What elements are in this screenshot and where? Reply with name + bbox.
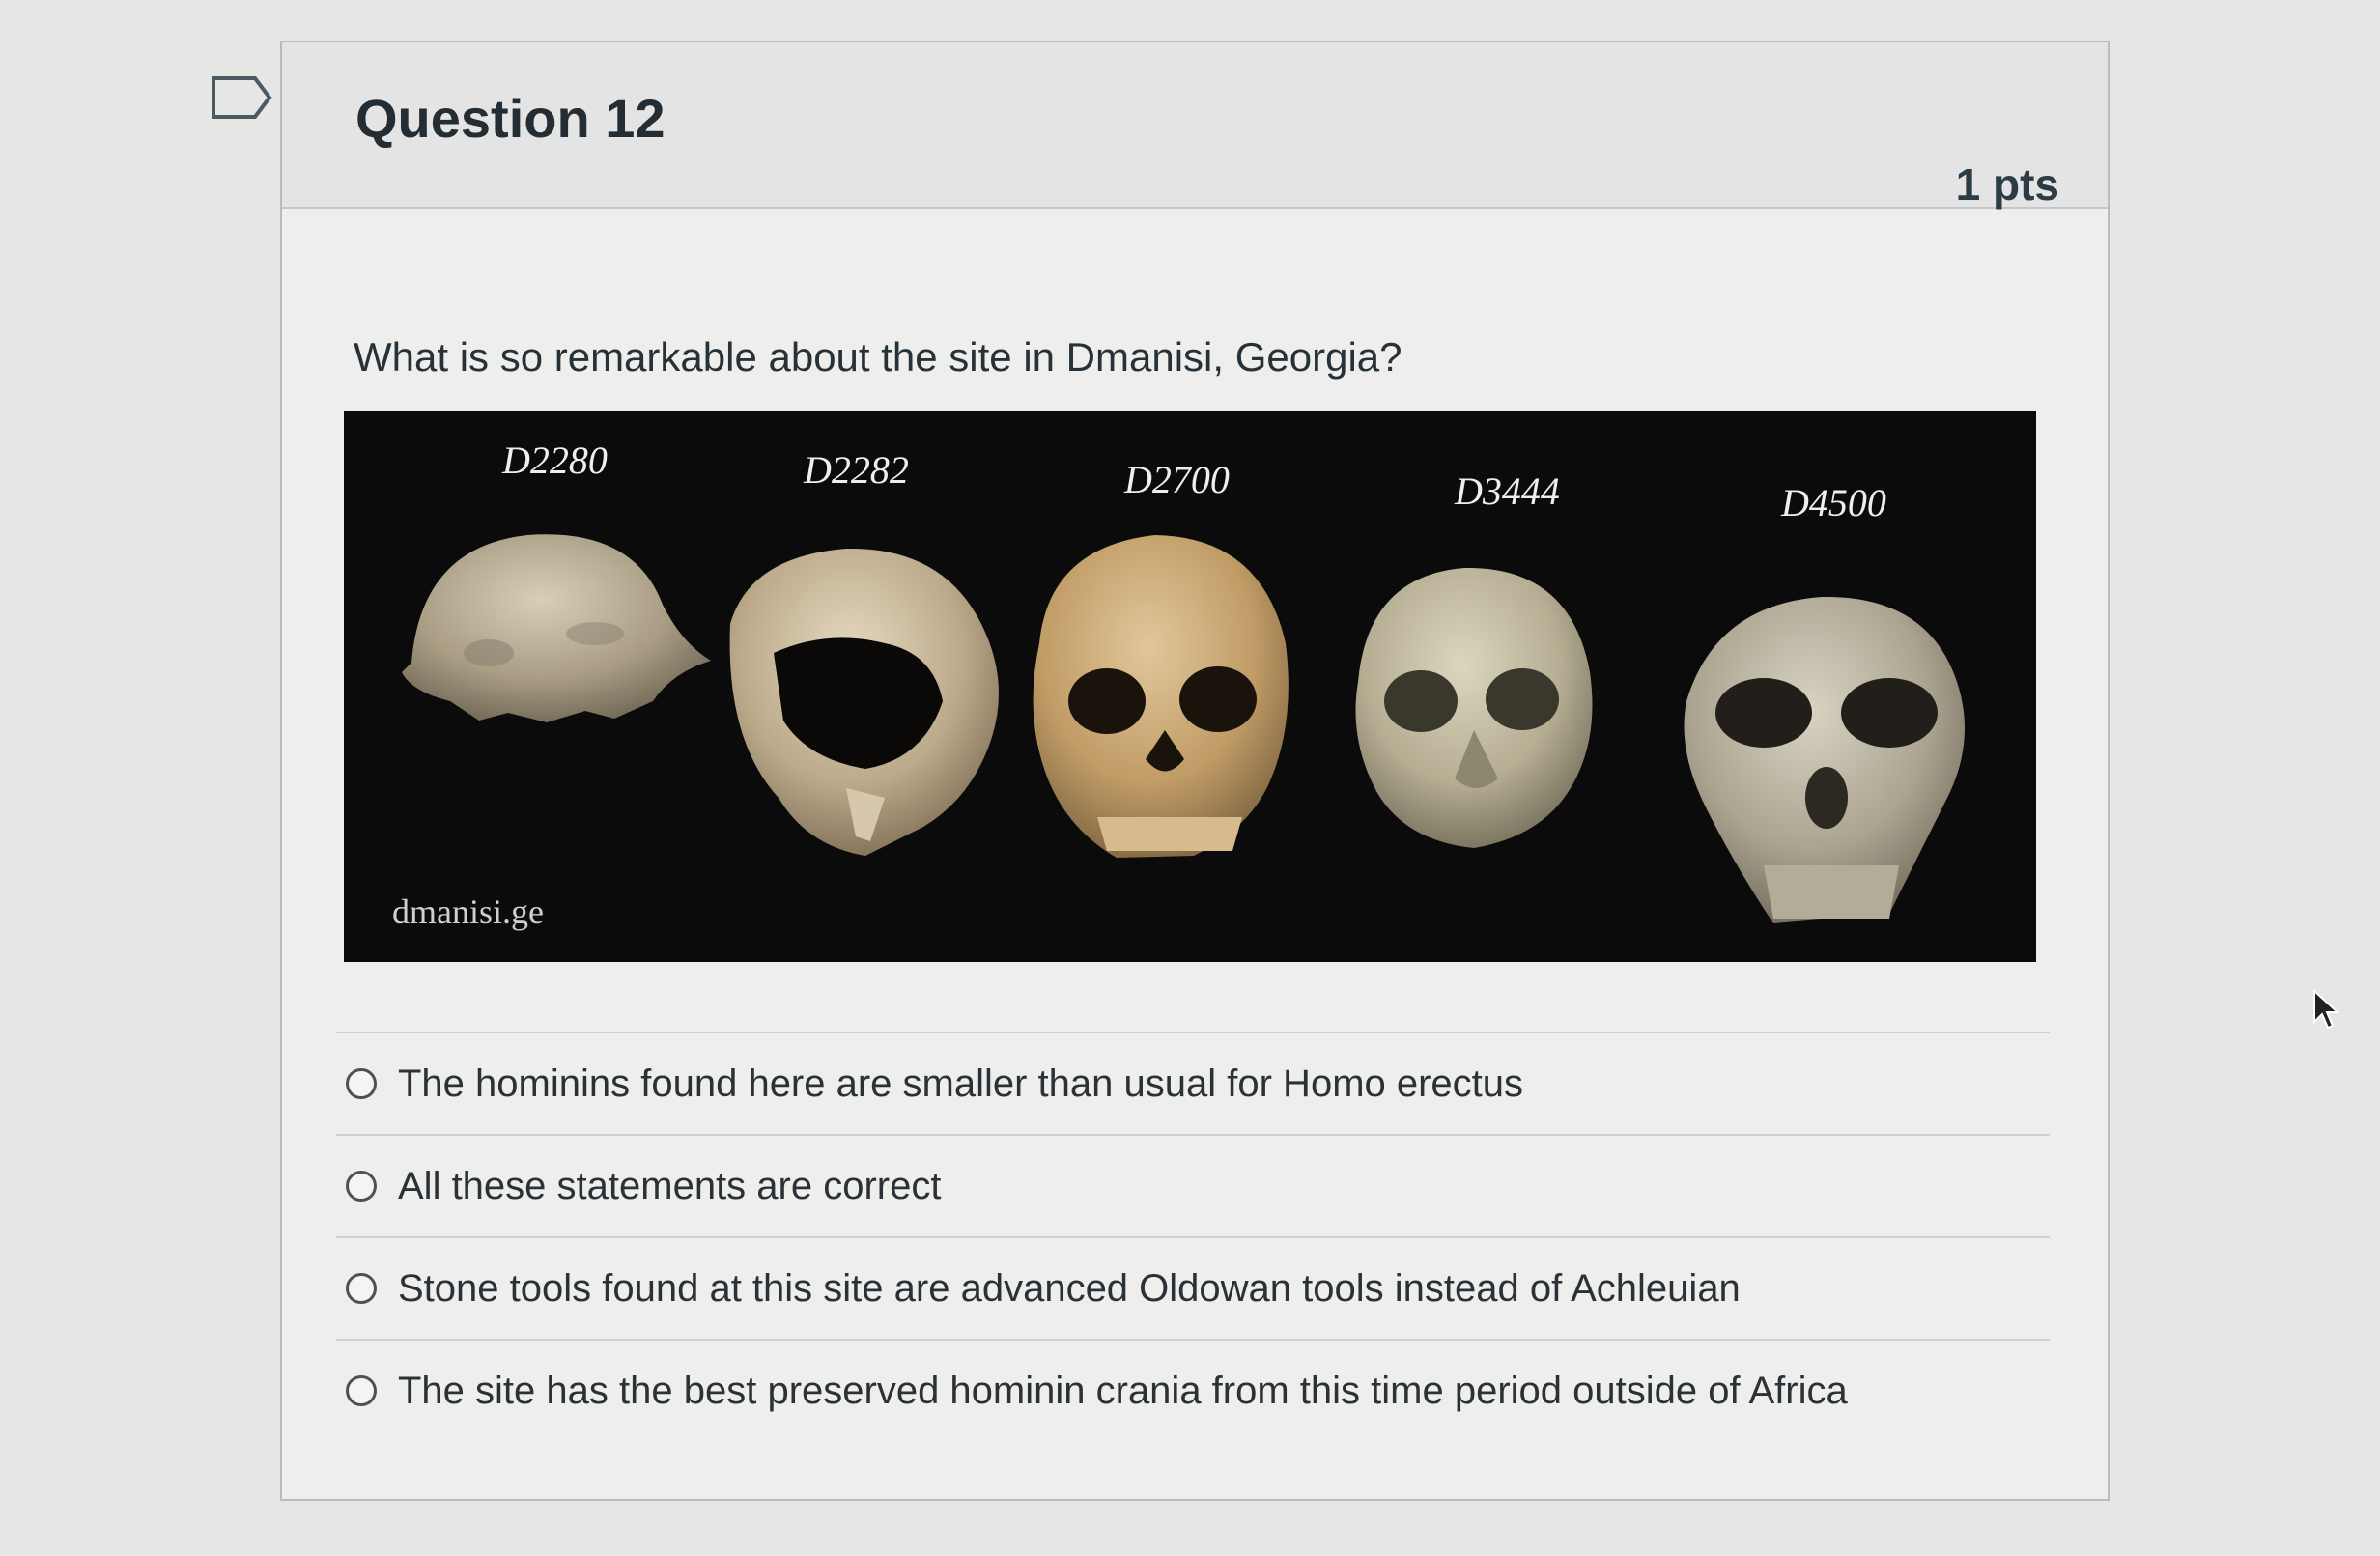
answer-label: All these statements are correct bbox=[398, 1164, 942, 1207]
answer-label: The site has the best preserved hominin … bbox=[398, 1369, 1848, 1412]
answer-label: Stone tools found at this site are advan… bbox=[398, 1266, 1741, 1310]
mouse-cursor-icon bbox=[2313, 989, 2340, 1030]
image-watermark: dmanisi.ge bbox=[392, 892, 544, 931]
skull-d2700 bbox=[1033, 535, 1289, 858]
question-body: What is so remarkable about the site in … bbox=[282, 209, 2108, 1499]
specimen-label: D2282 bbox=[803, 448, 909, 492]
answers-list: The hominins found here are smaller than… bbox=[336, 1032, 2050, 1441]
specimen-label: D2280 bbox=[501, 439, 608, 482]
bookmark-flag-icon[interactable] bbox=[211, 75, 272, 120]
skull-d3444 bbox=[1355, 567, 1593, 848]
question-card: Question 12 1 pts What is so remarkable … bbox=[280, 41, 2110, 1501]
answer-label: The hominins found here are smaller than… bbox=[398, 1061, 1524, 1105]
skull-d2282 bbox=[729, 548, 999, 856]
question-header: Question 12 1 pts bbox=[282, 42, 2108, 210]
answer-option-3[interactable]: Stone tools found at this site are advan… bbox=[336, 1236, 2050, 1339]
skull-d2280 bbox=[402, 534, 711, 722]
radio-button[interactable] bbox=[346, 1068, 377, 1099]
question-text: What is so remarkable about the site in … bbox=[354, 334, 1402, 380]
radio-button[interactable] bbox=[346, 1375, 377, 1406]
radio-button[interactable] bbox=[346, 1171, 377, 1202]
question-title: Question 12 bbox=[355, 88, 666, 149]
answer-option-2[interactable]: All these statements are correct bbox=[336, 1134, 2050, 1236]
specimen-label: D4500 bbox=[1780, 481, 1886, 524]
dmanisi-skulls-image: D2280 D2282 D2700 D3444 D4500 dmanisi.ge bbox=[344, 411, 2036, 962]
specimen-label: D3444 bbox=[1454, 469, 1560, 513]
skull-d4500 bbox=[1684, 596, 1965, 923]
radio-button[interactable] bbox=[346, 1273, 377, 1304]
specimen-label: D2700 bbox=[1123, 458, 1230, 501]
question-points: 1 pts bbox=[1955, 159, 2059, 210]
answer-option-1[interactable]: The hominins found here are smaller than… bbox=[336, 1032, 2050, 1134]
answer-option-4[interactable]: The site has the best preserved hominin … bbox=[336, 1339, 2050, 1441]
